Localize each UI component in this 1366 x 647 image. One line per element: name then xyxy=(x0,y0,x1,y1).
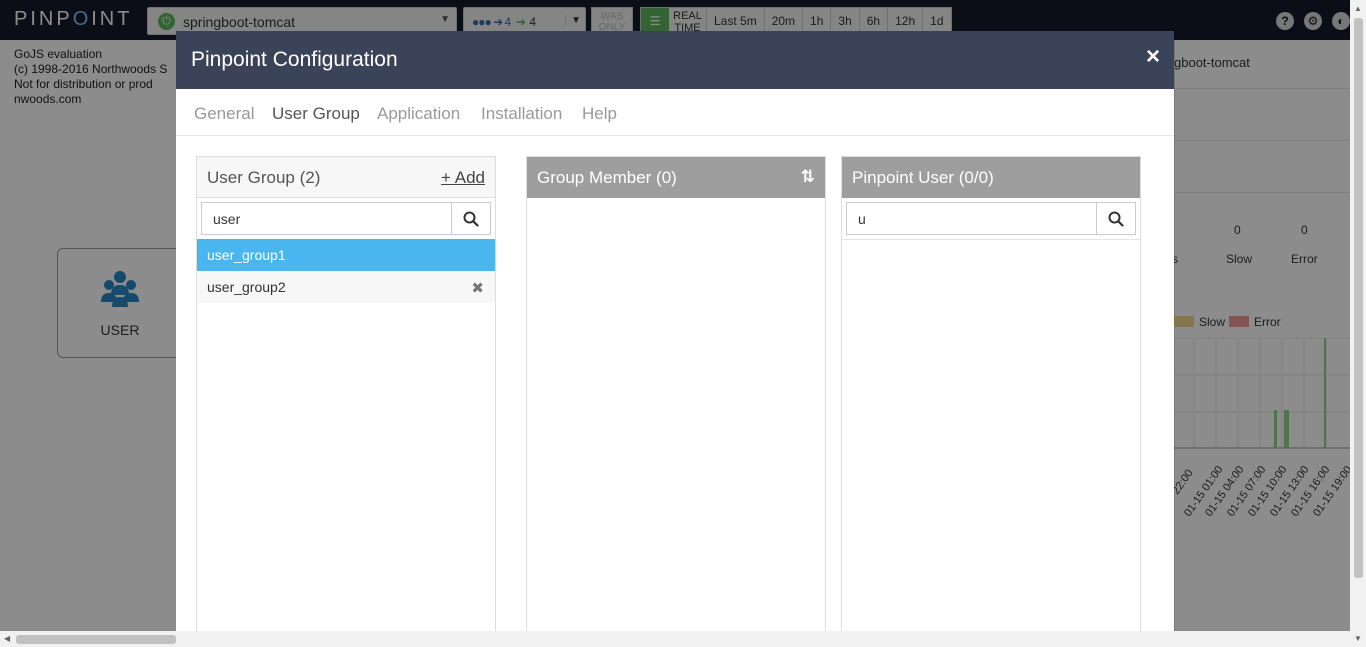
close-icon[interactable]: × xyxy=(1146,43,1160,71)
tab-general[interactable]: General xyxy=(194,104,254,124)
pinpoint-user-search xyxy=(846,202,1136,235)
user-group-header: User Group (2) + Add xyxy=(197,157,495,198)
scroll-left-icon[interactable]: ◀ xyxy=(4,634,10,643)
pinpoint-user-panel: Pinpoint User (0/0) xyxy=(841,156,1141,647)
group-member-panel: Group Member (0) ⇅ xyxy=(526,156,826,647)
user-group-title: User Group (2) xyxy=(207,168,321,187)
divider xyxy=(842,239,1140,240)
search-icon xyxy=(463,211,479,227)
group-member-header: Group Member (0) ⇅ xyxy=(527,157,825,198)
add-user-group-button[interactable]: + Add xyxy=(441,168,485,188)
pinpoint-user-title: Pinpoint User (0/0) xyxy=(852,168,994,187)
vertical-scrollbar[interactable]: ▲ ▼ xyxy=(1350,0,1366,647)
modal-title: Pinpoint Configuration xyxy=(191,48,398,71)
user-group-list: user_group1 user_group2 ✖ xyxy=(197,239,495,303)
pinpoint-user-search-input[interactable] xyxy=(847,203,1097,234)
group-member-title: Group Member (0) xyxy=(537,168,677,187)
tab-user-group[interactable]: User Group xyxy=(272,104,360,124)
pinpoint-user-header: Pinpoint User (0/0) xyxy=(842,157,1140,198)
list-item[interactable]: user_group2 ✖ xyxy=(197,271,495,303)
remove-icon[interactable]: ✖ xyxy=(471,279,484,297)
tab-help[interactable]: Help xyxy=(582,104,617,124)
scrollbar-thumb[interactable] xyxy=(16,635,176,644)
user-group-panel: User Group (2) + Add user_group1 user_gr… xyxy=(196,156,496,647)
search-icon xyxy=(1108,211,1124,227)
user-group-search-input[interactable] xyxy=(202,203,452,234)
scroll-down-icon[interactable]: ▼ xyxy=(1354,634,1362,643)
scroll-up-icon[interactable]: ▲ xyxy=(1354,4,1362,13)
list-item[interactable]: user_group1 xyxy=(197,239,495,271)
tab-application[interactable]: Application xyxy=(377,104,460,124)
sort-icon[interactable]: ⇅ xyxy=(801,167,815,187)
scrollbar-thumb[interactable] xyxy=(1354,18,1363,578)
horizontal-scrollbar[interactable]: ◀ xyxy=(0,631,1350,647)
modal-header: Pinpoint Configuration × xyxy=(176,31,1174,89)
user-group-search xyxy=(201,202,491,235)
pinpoint-user-search-button[interactable] xyxy=(1097,203,1135,234)
tab-installation[interactable]: Installation xyxy=(481,104,562,124)
config-tabs: General User Group Application Installat… xyxy=(176,89,1174,136)
user-group-name: user_group1 xyxy=(207,247,286,263)
user-group-name: user_group2 xyxy=(207,279,286,295)
configuration-modal: Pinpoint Configuration × General User Gr… xyxy=(176,31,1174,647)
user-group-search-button[interactable] xyxy=(452,203,490,234)
